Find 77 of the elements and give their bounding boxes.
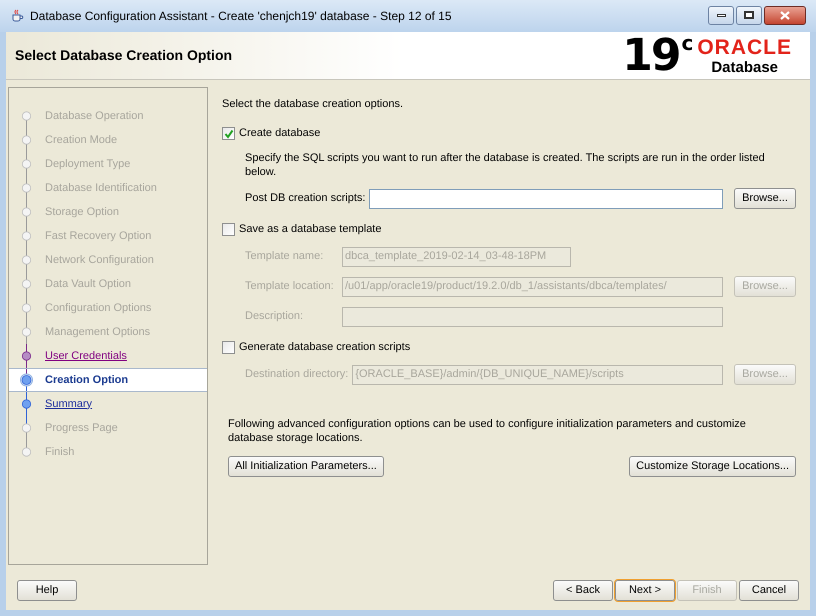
step-label: Storage Option [45,204,119,220]
step-label: Finish [45,444,74,460]
step-label: Summary [45,396,92,412]
version-logo: 19$^{c}$ [622,34,692,78]
minimize-button[interactable] [708,6,734,24]
step-label: Management Options [45,324,150,340]
maximize-button[interactable] [736,6,762,24]
step-dot-icon [20,110,33,122]
step-label: User Credentials [45,348,127,364]
checkbox[interactable] [222,127,235,140]
step-dot-icon [20,446,33,458]
advanced-button[interactable]: All Initialization Parameters... [228,456,384,476]
step-item[interactable]: Database Identification [9,176,207,200]
field-label: Post DB creation scripts: [245,191,366,206]
step-dot-icon [20,134,33,146]
intro-text: Select the database creation options. [222,97,404,112]
step-item[interactable]: Creation Option [9,368,207,392]
field-label: Destination directory: [245,367,350,382]
step-dot-icon [20,182,33,194]
step-dot-icon [20,350,33,362]
product-name: Database [711,60,778,74]
step-item[interactable]: User Credentials [9,344,207,368]
step-dot-icon [20,374,33,386]
step-item[interactable]: Data Vault Option [9,272,207,296]
step-label: Database Operation [45,108,144,124]
step-item[interactable]: Network Configuration [9,248,207,272]
checkbox[interactable] [222,341,235,354]
page-title: Select Database Creation Option [15,46,232,65]
nav-button[interactable]: Next > [615,580,675,600]
step-label: Configuration Options [45,300,152,316]
step-label: Deployment Type [45,156,130,172]
advanced-text: Following advanced configuration options can be used to configure initialization parameters and customize database storage locations. [227,416,747,444]
window-title: Database Configuration Assistant - Create 'chenjch19' database - Step 12 of 15 [30,8,452,25]
step-label: Creation Option [45,372,128,388]
step-item[interactable]: Progress Page [9,416,207,440]
step-label: Data Vault Option [45,276,132,292]
step-item[interactable]: Configuration Options [9,296,207,320]
step-label: Network Configuration [45,252,154,268]
close-icon [780,10,790,20]
description-text: Specify the SQL scripts you want to run after the database is created. The scripts are run in the order listed below. [245,150,766,178]
step-label: Database Identification [45,180,157,196]
help-button[interactable]: Help [17,580,77,600]
step-dot-icon [20,302,33,314]
step-item[interactable]: Fast Recovery Option [9,224,207,248]
checkbox-label: Create database [239,126,320,142]
text-field[interactable] [369,188,723,208]
step-item[interactable]: Creation Mode [9,128,207,152]
step-dot-icon [20,158,33,170]
step-item[interactable]: Summary [9,392,207,416]
field-label: Template location: [245,279,335,294]
step-dot-icon [20,230,33,242]
checkbox-label: Generate database creation scripts [239,340,410,356]
step-dot-icon [20,254,33,266]
oracle-logo: ORACLE [697,36,792,58]
step-dot-icon [20,398,33,410]
field-label: Template name: [245,249,324,264]
step-item[interactable]: Deployment Type [9,152,207,176]
advanced-button[interactable]: Customize Storage Locations... [629,456,796,476]
close-button[interactable] [764,6,806,24]
step-label: Creation Mode [45,132,118,148]
nav-button[interactable]: < Back [553,580,613,600]
step-item[interactable]: Storage Option [9,200,207,224]
step-label: Fast Recovery Option [45,228,152,244]
step-item[interactable]: Finish [9,440,207,464]
coffee-cup-icon [10,9,24,23]
nav-button[interactable]: Cancel [739,580,799,600]
step-dot-icon [20,326,33,338]
step-dot-icon [20,206,33,218]
checkbox-label: Save as a database template [239,222,382,238]
step-dot-icon [20,422,33,434]
step-item[interactable]: Database Operation [9,104,207,128]
checkbox[interactable] [222,223,235,236]
browse-button[interactable]: Browse... [734,188,796,209]
step-label: Progress Page [45,420,118,436]
field-label: Description: [245,309,304,324]
step-dot-icon [20,278,33,290]
step-item[interactable]: Management Options [9,320,207,344]
